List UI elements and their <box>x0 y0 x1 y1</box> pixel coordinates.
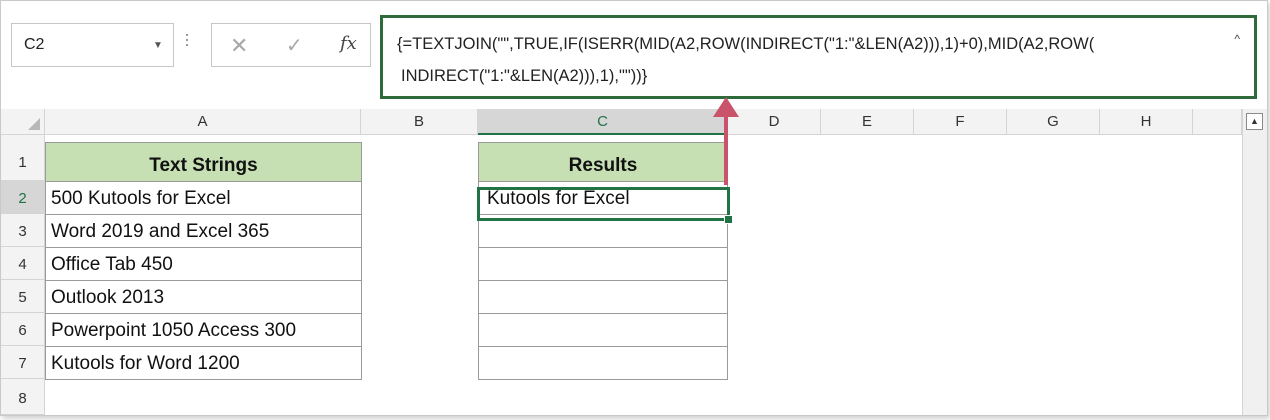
scroll-up-icon[interactable]: ▲ <box>1246 113 1263 130</box>
cell-a2[interactable]: 500 Kutools for Excel <box>45 182 362 215</box>
row-header-5[interactable]: 5 <box>1 280 45 313</box>
column-header-a[interactable]: A <box>45 109 361 135</box>
formula-buttons: ✕ ✓ fx <box>211 23 371 67</box>
insert-function-icon[interactable]: fx <box>340 33 357 54</box>
row-header-1[interactable]: 1 <box>1 135 45 181</box>
cell-a5[interactable]: Outlook 2013 <box>45 281 362 314</box>
formula-line-2: INDIRECT("1:"&LEN(A2))),1),""))} <box>401 67 648 85</box>
selected-cell-outline <box>477 187 733 224</box>
cell-c7[interactable] <box>478 347 728 380</box>
column-header-c[interactable]: C <box>478 109 728 135</box>
checkmark-icon[interactable]: ✓ <box>286 33 303 58</box>
row-header-6[interactable]: 6 <box>1 313 45 346</box>
formula-line-1: {=TEXTJOIN("",TRUE,IF(ISERR(MID(A2,ROW(I… <box>397 35 1095 53</box>
cell-c4[interactable] <box>478 248 728 281</box>
column-header-f[interactable]: F <box>914 109 1007 135</box>
worksheet-grid: A B C D E F G H 1 2 3 4 5 6 7 8 Text Str… <box>1 109 1267 415</box>
formula-bar-area: C2 ▼ ✕ ✓ fx {=TEXTJOIN("",TRUE,IF(ISERR(… <box>1 1 1267 110</box>
column-header-h[interactable]: H <box>1100 109 1193 135</box>
annotation-arrow-icon <box>713 97 739 117</box>
column-header-d[interactable]: D <box>728 109 821 135</box>
fill-handle[interactable] <box>724 215 733 224</box>
cell-a6[interactable]: Powerpoint 1050 Access 300 <box>45 314 362 347</box>
formula-input[interactable]: {=TEXTJOIN("",TRUE,IF(ISERR(MID(A2,ROW(I… <box>380 15 1257 99</box>
cell-c1[interactable]: Results <box>478 142 728 182</box>
chevron-down-icon[interactable]: ▼ <box>153 40 163 51</box>
column-header-g[interactable]: G <box>1007 109 1100 135</box>
row-header-3[interactable]: 3 <box>1 214 45 247</box>
drag-handle-icon[interactable] <box>185 31 189 51</box>
row-header-8[interactable]: 8 <box>1 379 45 415</box>
cell-a7[interactable]: Kutools for Word 1200 <box>45 347 362 380</box>
row-header-4[interactable]: 4 <box>1 247 45 280</box>
row-header-2[interactable]: 2 <box>1 181 45 214</box>
column-header-e[interactable]: E <box>821 109 914 135</box>
vertical-scrollbar[interactable]: ▲ <box>1242 109 1267 415</box>
select-all-triangle-icon <box>28 118 40 130</box>
cell-a1[interactable]: Text Strings <box>45 142 362 182</box>
select-all-button[interactable] <box>1 109 45 135</box>
cell-a4[interactable]: Office Tab 450 <box>45 248 362 281</box>
cancel-icon[interactable]: ✕ <box>230 33 248 59</box>
cell-c6[interactable] <box>478 314 728 347</box>
name-box-value: C2 <box>24 36 45 53</box>
excel-window: C2 ▼ ✕ ✓ fx {=TEXTJOIN("",TRUE,IF(ISERR(… <box>0 0 1268 416</box>
cell-a3[interactable]: Word 2019 and Excel 365 <box>45 215 362 248</box>
name-box[interactable]: C2 ▼ <box>11 23 174 67</box>
formula-text: {=TEXTJOIN("",TRUE,IF(ISERR(MID(A2,ROW(I… <box>397 28 1217 92</box>
row-header-7[interactable]: 7 <box>1 346 45 379</box>
column-header-b[interactable]: B <box>361 109 478 135</box>
column-header-next[interactable] <box>1193 109 1242 135</box>
annotation-arrow-shaft <box>724 109 728 185</box>
collapse-icon[interactable]: ^ <box>1234 32 1240 46</box>
cell-c5[interactable] <box>478 281 728 314</box>
